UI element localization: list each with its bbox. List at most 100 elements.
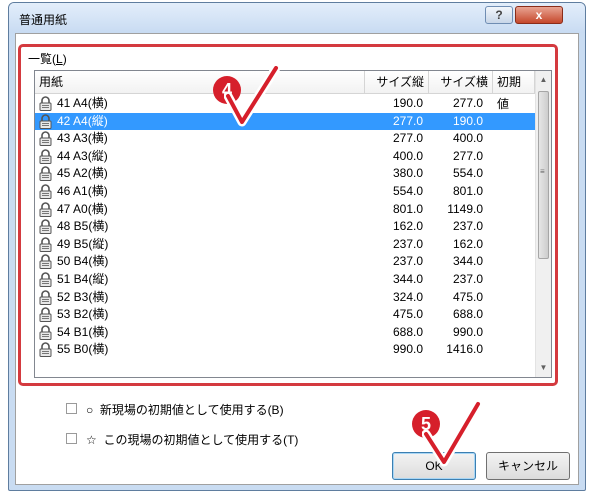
- circle-icon: ○: [86, 403, 94, 417]
- column-header-height[interactable]: サイズ縦: [365, 71, 429, 93]
- table-row[interactable]: 52 B3(横) 324.0 475.0: [35, 289, 535, 306]
- table-row[interactable]: 46 A1(横) 554.0 801.0: [35, 183, 535, 200]
- paper-width: 400.0: [452, 131, 483, 146]
- lock-icon: [39, 166, 52, 182]
- paper-name: 46 A1(横): [57, 184, 108, 198]
- table-row[interactable]: 45 A2(横) 380.0 554.0: [35, 165, 535, 182]
- lock-icon: [39, 131, 52, 147]
- column-header-default[interactable]: 初期値: [493, 71, 535, 111]
- paper-name: 45 A2(横): [57, 166, 108, 181]
- paper-width: 344.0: [452, 254, 483, 269]
- paper-width: 475.0: [452, 289, 483, 304]
- lock-icon: [39, 325, 52, 340]
- paper-height: 688.0: [392, 324, 423, 339]
- scroll-down-icon[interactable]: ▼: [538, 361, 549, 375]
- paper-height: 277.0: [392, 131, 423, 146]
- paper-default: [493, 113, 535, 130]
- paper-height: 277.0: [392, 113, 423, 128]
- new-site-default-checkbox[interactable]: [66, 403, 77, 414]
- paper-width: 688.0: [452, 307, 483, 322]
- lock-icon: [39, 272, 52, 287]
- lock-icon: [39, 307, 52, 323]
- table-row[interactable]: 55 B0(横) 990.0 1416.0: [35, 341, 535, 358]
- paper-name: 51 B4(縦): [57, 272, 109, 286]
- table-row[interactable]: 47 A0(横) 801.0 1149.0: [35, 201, 535, 218]
- paper-height: 190.0: [392, 96, 423, 110]
- paper-default: [493, 183, 535, 200]
- scroll-grip-icon: ≡: [540, 167, 545, 176]
- table-row[interactable]: 41 A4(横) 190.0 277.0: [35, 95, 535, 112]
- paper-width: 277.0: [452, 96, 483, 110]
- paper-name: 44 A3(縦): [57, 148, 108, 163]
- paper-default: [493, 165, 535, 182]
- table-row[interactable]: 51 B4(縦) 344.0 237.0: [35, 271, 535, 288]
- list-header: 用紙 サイズ縦 サイズ横 初期値: [35, 71, 535, 111]
- paper-default: [493, 95, 535, 112]
- paper-width: 277.0: [452, 148, 483, 163]
- lock-icon: [39, 149, 52, 164]
- paper-default: [493, 148, 535, 165]
- paper-name: 50 B4(横): [57, 254, 109, 269]
- column-header-paper[interactable]: 用紙: [35, 71, 365, 93]
- paper-name: 47 A0(横): [57, 201, 108, 216]
- lock-icon: [39, 184, 52, 199]
- checkmark-icon: [422, 400, 482, 467]
- table-row[interactable]: 49 B5(縦) 237.0 162.0: [35, 236, 535, 253]
- table-row[interactable]: 54 B1(横) 688.0 990.0: [35, 324, 535, 341]
- paper-default: [493, 236, 535, 253]
- dialog-title: 普通用紙: [19, 13, 68, 27]
- lock-icon: [39, 237, 52, 252]
- help-button[interactable]: ?: [485, 6, 513, 24]
- paper-name: 52 B3(横): [57, 289, 109, 304]
- paper-height: 324.0: [392, 289, 423, 304]
- paper-width: 554.0: [452, 166, 483, 181]
- paper-width: 990.0: [452, 324, 483, 339]
- paper-width: 801.0: [452, 184, 483, 198]
- title-bar[interactable]: 普通用紙 ? x: [9, 3, 585, 33]
- paper-height: 475.0: [392, 307, 423, 322]
- paper-height: 237.0: [392, 254, 423, 269]
- table-row[interactable]: 50 B4(横) 237.0 344.0: [35, 253, 535, 270]
- paper-name: 53 B2(横): [57, 307, 109, 322]
- paper-default: [493, 271, 535, 288]
- paper-height: 380.0: [392, 166, 423, 181]
- scroll-up-icon[interactable]: ▲: [538, 73, 549, 87]
- star-icon: ☆: [86, 433, 97, 447]
- lock-icon: [39, 113, 52, 129]
- table-row[interactable]: 44 A3(縦) 400.0 277.0: [35, 148, 535, 165]
- paper-height: 400.0: [392, 148, 423, 163]
- paper-list[interactable]: 用紙 サイズ縦 サイズ横 初期値 41 A4(横) 190.0 277.0 42 A4…: [34, 70, 552, 378]
- paper-height: 554.0: [392, 184, 423, 198]
- new-site-default-label: ○ 新現場の初期値として使用する(B): [86, 403, 284, 417]
- paper-default: [493, 324, 535, 341]
- cancel-button[interactable]: キャンセル: [486, 452, 570, 480]
- lock-icon: [39, 96, 52, 111]
- paper-height: 237.0: [392, 236, 423, 251]
- paper-height: 344.0: [392, 272, 423, 286]
- paper-width: 1149.0: [447, 201, 483, 216]
- paper-name: 49 B5(縦): [57, 236, 109, 251]
- column-header-width[interactable]: サイズ横: [429, 71, 493, 93]
- checkmark-icon: [224, 66, 280, 127]
- table-row[interactable]: 53 B2(横) 475.0 688.0: [35, 306, 535, 323]
- paper-width: 190.0: [452, 113, 483, 128]
- paper-default: [493, 218, 535, 235]
- paper-default: [493, 341, 535, 358]
- paper-width: 237.0: [452, 219, 483, 234]
- paper-default: [493, 253, 535, 270]
- paper-height: 801.0: [392, 201, 423, 216]
- close-button[interactable]: x: [515, 6, 563, 24]
- list-group-label: 一覧(L): [28, 52, 67, 66]
- table-row[interactable]: 48 B5(横) 162.0 237.0: [35, 218, 535, 235]
- this-site-default-label: ☆ この現場の初期値として使用する(T): [86, 433, 299, 447]
- paper-height: 162.0: [392, 219, 423, 234]
- paper-name: 54 B1(横): [57, 324, 109, 339]
- paper-default: [493, 130, 535, 147]
- vertical-scrollbar[interactable]: ▲ ≡ ▼: [535, 71, 551, 377]
- table-row[interactable]: 42 A4(縦) 277.0 190.0: [35, 112, 535, 130]
- table-row[interactable]: 43 A3(横) 277.0 400.0: [35, 130, 535, 147]
- this-site-default-checkbox[interactable]: [66, 433, 77, 444]
- paper-name: 48 B5(横): [57, 219, 109, 234]
- lock-icon: [39, 201, 52, 217]
- paper-height: 990.0: [392, 342, 423, 357]
